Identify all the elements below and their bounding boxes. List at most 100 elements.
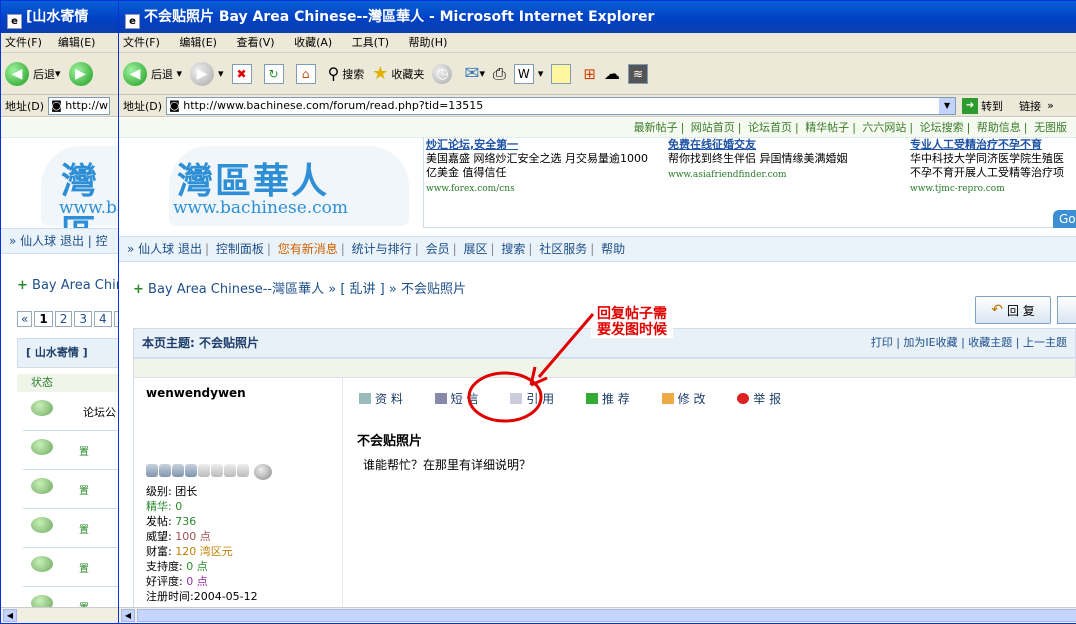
google-tab[interactable]: Goo [1053, 210, 1076, 228]
ie-window-background[interactable]: e [山水寄情 文件(F) 编辑(E) ◀ 后退 ▾ ▶ 地址(D) ◙ http:/… [0, 0, 122, 624]
nav-members[interactable]: 会员 [426, 242, 450, 256]
pager-prev[interactable]: « [17, 311, 33, 327]
nav-no-image[interactable]: 无图版 [1034, 121, 1067, 134]
breadcrumb-site[interactable]: Bay Area Chinese--灣區華人 [148, 282, 324, 297]
nav-help[interactable]: 帮助信息 [977, 121, 1021, 134]
title-bar[interactable]: e 不会贴照片 Bay Area Chinese--灣區華人 - Microsof… [119, 1, 1076, 33]
nav-control-panel[interactable]: 控制面板 [216, 242, 264, 256]
list-item[interactable]: 置 [23, 587, 121, 607]
go-button[interactable]: ➔ 转到 [962, 97, 1003, 114]
post-strip [133, 358, 1076, 378]
list-item[interactable]: 置 [23, 509, 121, 548]
forward-button[interactable]: ▶ ▾ [190, 61, 224, 86]
breadcrumb-topic: 不会贴照片 [400, 282, 466, 297]
list-item[interactable]: 置 [23, 470, 121, 509]
report-link[interactable]: 举 报 [737, 392, 795, 406]
menu-file[interactable]: 文件(F) [5, 36, 42, 49]
dropdown-arrow-icon[interactable]: ▼ [939, 97, 956, 114]
nav-logout[interactable]: 退出 [178, 242, 202, 256]
forward-button[interactable]: ▶ [68, 61, 97, 86]
board-tab[interactable]: [ 山水寄情 ] [17, 338, 121, 368]
edit-button[interactable]: W ▾ [513, 63, 543, 84]
links-button[interactable]: 链接 [1019, 98, 1041, 114]
pager-page[interactable]: 3 [74, 311, 92, 327]
post-username[interactable]: wenwendywen [146, 386, 246, 400]
print-button[interactable]: ⎙ [493, 64, 506, 84]
scroll-thumb[interactable] [137, 609, 1076, 622]
edit-link[interactable]: 修 改 [661, 392, 720, 406]
nav-forum-home[interactable]: 论坛首页 [748, 121, 792, 134]
research-button[interactable]: ≋ [627, 63, 652, 84]
menu-bar: 文件(F) 编辑(E) 查看(V) 收藏(A) 工具(T) 帮助(H) [119, 33, 1076, 53]
menu-view[interactable]: 查看(V) [236, 36, 274, 49]
recommend-icon [585, 393, 598, 404]
scroll-left-icon[interactable]: ◀ [121, 609, 135, 622]
nav-search[interactable]: 搜索 [501, 242, 525, 256]
topic-tools[interactable]: 打印 | 加为IE收藏 | 收藏主题 | 上一主题 [871, 329, 1067, 357]
recommend-link[interactable]: 推 荐 [585, 392, 644, 406]
nav-66[interactable]: 六六网站 [862, 121, 906, 134]
pager-page[interactable]: 2 [54, 311, 73, 327]
title-bar[interactable]: e [山水寄情 [1, 1, 121, 33]
messenger-button[interactable]: ☁ [604, 64, 620, 83]
nav-search[interactable]: 论坛搜索 [920, 121, 964, 134]
refresh-button[interactable]: ↻ [263, 63, 288, 84]
breadcrumb[interactable]: + Bay Area Chir [17, 278, 121, 293]
secondary-nav[interactable]: » 仙人球 退出 | 控 [1, 228, 121, 254]
nav-gallery[interactable]: 展区 [463, 242, 487, 256]
pager-page[interactable]: 1 [34, 311, 53, 327]
menu-edit[interactable]: 编辑(E) [58, 36, 96, 49]
reply-button[interactable]: ↶ 回 复 [975, 296, 1051, 324]
quote-link[interactable]: 引 用 [510, 392, 568, 406]
list-item[interactable]: 置 [23, 548, 121, 587]
edit-page-icon: W [513, 63, 534, 84]
new-post-button[interactable] [1057, 296, 1076, 324]
pager-page[interactable]: 4 [93, 311, 112, 327]
search-button[interactable]: ⚲ 搜索 [328, 64, 365, 83]
ad-item[interactable]: 专业人工受精治疗不孕不育 华中科技大学同济医学院生殖医 不孕不育开展人工受精等治… [910, 138, 1076, 196]
address-input[interactable]: ◙ http://www.bachinese.com/forum/read.ph… [166, 96, 957, 115]
mail-button[interactable]: ✉ ▾ [464, 63, 485, 84]
windows-button[interactable]: ⊞ [583, 65, 596, 83]
ad-item[interactable]: 炒汇论坛,安全第一 美国嘉盛 网络炒汇安全之选 月交易量逾1000 亿美金 值得… [426, 138, 666, 196]
nav-stats[interactable]: 统计与排行 [352, 242, 412, 256]
back-button[interactable]: ◀ 后退 ▾ [123, 61, 182, 86]
menu-help[interactable]: 帮助(H) [409, 36, 448, 49]
menu-tools[interactable]: 工具(T) [352, 36, 389, 49]
nav-services[interactable]: 社区服务 [539, 242, 587, 256]
hot-topic-icon [31, 478, 53, 494]
home-button[interactable]: ⌂ [295, 63, 320, 84]
discuss-button[interactable] [551, 63, 575, 84]
nav-help[interactable]: 帮助 [601, 242, 625, 256]
site-logo: 灣區 www.ba [41, 146, 121, 254]
profile-link[interactable]: 资 料 [359, 392, 417, 406]
chevron-right-icon[interactable]: » [1047, 99, 1054, 112]
ie-page-icon: e [7, 14, 22, 29]
address-input[interactable]: ◙ http://w [48, 96, 111, 115]
horizontal-scrollbar[interactable]: ◀ [119, 607, 1076, 623]
menu-file[interactable]: 文件(F) [123, 36, 160, 49]
user-link[interactable]: » 仙人球 [127, 242, 174, 256]
ie-window-foreground[interactable]: e 不会贴照片 Bay Area Chinese--灣區華人 - Microsof… [118, 0, 1076, 624]
rank-icon [172, 464, 184, 477]
history-button[interactable]: ◷ [432, 63, 456, 84]
message-link[interactable]: 短 信 [434, 392, 493, 406]
hot-topic-icon [31, 517, 53, 533]
site-logo[interactable]: 灣區華人 www.bachinese.com [169, 146, 409, 226]
menu-edit[interactable]: 编辑(E) [179, 36, 217, 49]
nav-new-message[interactable]: 您有新消息 [278, 242, 338, 256]
nav-home[interactable]: 网站首页 [691, 121, 735, 134]
list-item[interactable]: 论坛公 [23, 392, 121, 431]
list-item[interactable]: 置 [23, 431, 121, 470]
nav-latest[interactable]: 最新帖子 [634, 121, 678, 134]
back-button[interactable]: ◀ 后退 ▾ [5, 61, 61, 86]
horizontal-scrollbar[interactable]: ◀ [1, 607, 121, 623]
breadcrumb-board[interactable]: [ 乱讲 ] [340, 282, 384, 297]
nav-essence[interactable]: 精华帖子 [805, 121, 849, 134]
scroll-left-icon[interactable]: ◀ [3, 609, 17, 622]
stop-button[interactable]: ✖ [231, 63, 256, 84]
menu-favorites[interactable]: 收藏(A) [294, 36, 332, 49]
favorites-button[interactable]: ★ 收藏夹 [372, 63, 424, 84]
ad-item[interactable]: 免费在线征婚交友 帮你找到终生伴侣 异国情缘美满婚姻 www.asiafrien… [668, 138, 908, 182]
address-label: 地址(D) [5, 99, 45, 113]
